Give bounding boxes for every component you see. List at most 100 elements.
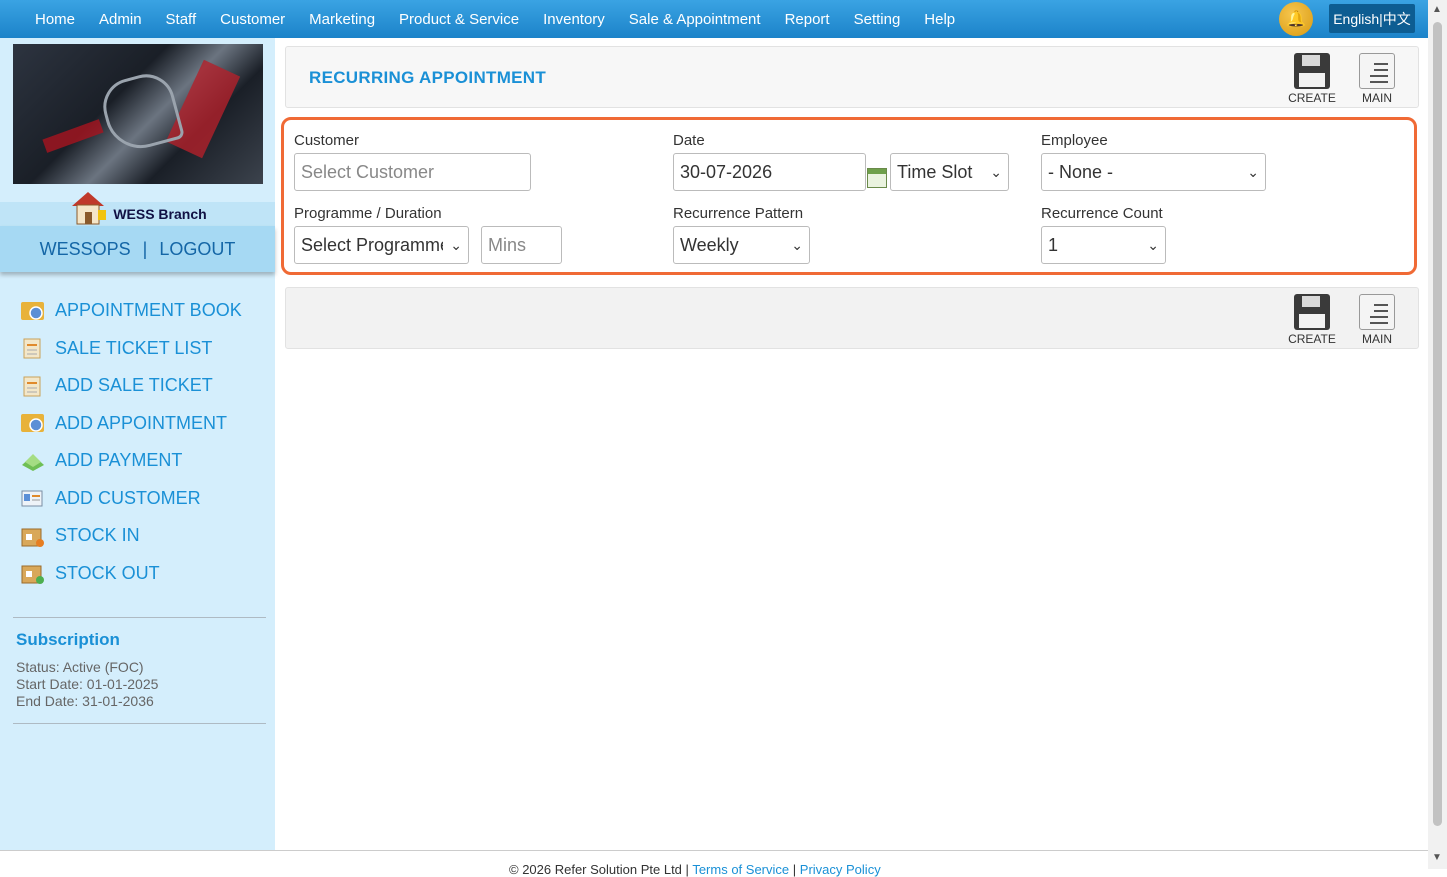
main-label: MAIN — [1362, 91, 1392, 105]
nav-admin[interactable]: Admin — [99, 11, 142, 28]
sale-ticket-icon — [23, 338, 41, 359]
chevron-down-icon: ⌄ — [990, 164, 1002, 180]
date-input[interactable]: 30-07-2026 — [673, 153, 866, 191]
create-label: CREATE — [1288, 91, 1336, 105]
payment-icon — [22, 453, 44, 471]
menu-add-customer[interactable]: ADD CUSTOMER — [20, 480, 242, 518]
menu-label: APPOINTMENT BOOK — [55, 300, 242, 321]
terms-link[interactable]: Terms of Service — [692, 862, 789, 877]
menu-label: ADD APPOINTMENT — [55, 412, 228, 433]
employee-label: Employee — [1041, 132, 1108, 149]
employee-select[interactable]: - None - ⌄ — [1041, 153, 1266, 191]
recurrence-pattern-value: Weekly — [680, 234, 739, 255]
nav-home[interactable]: Home — [35, 11, 75, 28]
nav-marketing[interactable]: Marketing — [309, 11, 375, 28]
vertical-scrollbar[interactable]: ▲ ▼ — [1428, 0, 1447, 869]
scrollbar-thumb[interactable] — [1433, 22, 1442, 826]
logout-link[interactable]: LOGOUT — [159, 239, 235, 260]
sale-ticket-icon — [23, 376, 41, 397]
branch-banner-image — [13, 44, 263, 184]
list-document-icon — [1359, 53, 1395, 89]
scroll-down-icon[interactable]: ▼ — [1432, 852, 1442, 863]
quick-menu: APPOINTMENT BOOK SALE TICKET LIST ADD SA… — [20, 292, 242, 592]
time-slot-select[interactable]: Time Slot ⌄ — [890, 153, 1009, 191]
menu-stock-in[interactable]: STOCK IN — [20, 517, 242, 555]
page-header-panel: RECURRING APPOINTMENT CREATE MAIN — [285, 46, 1419, 108]
create-button[interactable]: CREATE — [1284, 294, 1340, 346]
list-document-icon — [1359, 294, 1395, 330]
date-label: Date — [673, 132, 705, 149]
main-label: MAIN — [1362, 332, 1392, 346]
user-separator: | — [142, 238, 148, 259]
menu-appointment-book[interactable]: APPOINTMENT BOOK — [20, 292, 242, 330]
create-button[interactable]: CREATE — [1284, 53, 1340, 105]
duration-mins-input[interactable]: Mins — [481, 226, 562, 264]
time-slot-value: Time Slot — [897, 161, 973, 182]
divider — [13, 617, 266, 618]
chevron-down-icon: ⌄ — [1147, 237, 1159, 253]
nav-product-service[interactable]: Product & Service — [399, 11, 519, 28]
nav-sale-appointment[interactable]: Sale & Appointment — [629, 11, 761, 28]
privacy-link[interactable]: Privacy Policy — [800, 862, 881, 877]
recurrence-pattern-label: Recurrence Pattern — [673, 205, 804, 222]
nav-customer[interactable]: Customer — [220, 11, 285, 28]
nav-report[interactable]: Report — [785, 11, 830, 28]
subscription-details: Status: Active (FOC) Start Date: 01-01-2… — [16, 659, 158, 710]
branch-bar: WESS Branch — [0, 202, 275, 226]
copyright-text: © 2026 Refer Solution Pte Ltd — [509, 862, 682, 877]
footer-divider — [0, 850, 1428, 851]
footer-separator: | — [685, 862, 689, 877]
sidebar: WESS Branch WESSOPS | LOGOUT APPOINTMENT… — [0, 38, 275, 850]
chevron-down-icon: ⌄ — [450, 237, 462, 253]
menu-label: SALE TICKET LIST — [55, 337, 213, 358]
footer: © 2026 Refer Solution Pte Ltd | Terms of… — [509, 862, 881, 877]
branch-house-icon — [72, 192, 106, 225]
nav-inventory[interactable]: Inventory — [543, 11, 605, 28]
main-menu: Home Admin Staff Customer Marketing Prod… — [23, 0, 967, 38]
branch-name: WESS Branch — [113, 206, 207, 222]
nav-setting[interactable]: Setting — [854, 11, 901, 28]
recurrence-count-label: Recurrence Count — [1041, 205, 1163, 222]
menu-add-sale-ticket[interactable]: ADD SALE TICKET — [20, 367, 242, 405]
menu-label: ADD SALE TICKET — [55, 375, 213, 396]
appointment-book-icon — [21, 414, 44, 433]
programme-value: Select Programme — [301, 234, 443, 255]
footer-separator: | — [792, 862, 797, 877]
notification-bell-icon[interactable]: 🔔 — [1279, 2, 1313, 36]
scroll-up-icon[interactable]: ▲ — [1432, 4, 1442, 15]
main-button[interactable]: MAIN — [1349, 294, 1405, 346]
calendar-icon[interactable] — [867, 168, 887, 188]
chevron-down-icon: ⌄ — [1247, 164, 1259, 180]
subscription-title: Subscription — [16, 630, 120, 649]
divider — [13, 723, 266, 724]
nav-help[interactable]: Help — [924, 11, 955, 28]
chevron-down-icon: ⌄ — [791, 237, 803, 253]
menu-label: STOCK IN — [55, 525, 140, 546]
page-title: RECURRING APPOINTMENT — [309, 68, 547, 87]
recurrence-count-value: 1 — [1048, 234, 1059, 255]
menu-sale-ticket-list[interactable]: SALE TICKET LIST — [20, 330, 242, 368]
appointment-book-icon — [21, 301, 44, 320]
customer-input[interactable]: Select Customer — [294, 153, 531, 191]
stock-box-icon — [21, 565, 44, 585]
bottom-action-panel: CREATE MAIN — [285, 287, 1419, 349]
customer-card-icon — [21, 490, 43, 507]
subscription-end-date: End Date: 31-01-2036 — [16, 693, 154, 709]
menu-stock-out[interactable]: STOCK OUT — [20, 555, 242, 593]
recurring-appointment-form: Customer Select Customer Date 30-07-2026… — [281, 117, 1417, 275]
top-navigation-bar: Home Admin Staff Customer Marketing Prod… — [0, 0, 1428, 38]
recurrence-pattern-select[interactable]: Weekly ⌄ — [673, 226, 810, 264]
programme-select[interactable]: Select Programme ⌄ — [294, 226, 469, 264]
language-switch[interactable]: English|中文 — [1329, 4, 1415, 33]
menu-add-payment[interactable]: ADD PAYMENT — [20, 442, 242, 480]
stock-box-icon — [21, 528, 44, 547]
save-floppy-icon — [1294, 294, 1330, 330]
save-floppy-icon — [1294, 53, 1330, 89]
username-link[interactable]: WESSOPS — [40, 239, 131, 260]
main-button[interactable]: MAIN — [1349, 53, 1405, 105]
recurrence-count-select[interactable]: 1 ⌄ — [1041, 226, 1166, 264]
subscription-start-date: Start Date: 01-01-2025 — [16, 676, 159, 692]
create-label: CREATE — [1288, 332, 1336, 346]
menu-add-appointment[interactable]: ADD APPOINTMENT — [20, 405, 242, 443]
nav-staff[interactable]: Staff — [166, 11, 197, 28]
